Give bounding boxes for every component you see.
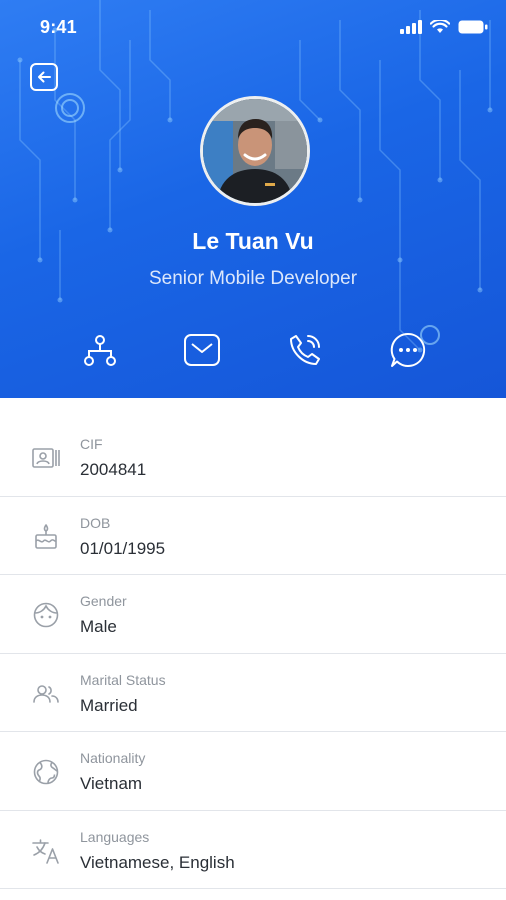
- people-icon: [30, 678, 62, 710]
- arrow-left-icon: [38, 71, 51, 83]
- status-icons: [400, 20, 488, 34]
- translate-icon: [30, 835, 62, 867]
- back-button[interactable]: [30, 63, 58, 91]
- info-row-cif: CIF 2004841: [0, 418, 506, 497]
- battery-icon: [458, 20, 488, 34]
- profile-header: 9:41 Le Tuan Vu Senior Mobile Developer: [0, 0, 506, 398]
- birthday-cake-icon: [30, 521, 62, 553]
- phone-call-icon: [290, 335, 320, 365]
- call-button[interactable]: [285, 330, 325, 370]
- status-bar: 9:41: [0, 0, 506, 56]
- info-row-gender: Gender Male: [0, 575, 506, 654]
- info-value: Vietnam: [80, 774, 143, 793]
- info-row-dob: DOB 01/01/1995: [0, 497, 506, 575]
- chat-button[interactable]: [388, 330, 428, 370]
- info-row-nationality: Nationality Vietnam: [0, 732, 506, 811]
- avatar: [200, 96, 310, 206]
- globe-icon: [30, 756, 62, 788]
- info-label: Gender: [80, 593, 127, 609]
- info-label: DOB: [80, 514, 111, 531]
- info-value: 01/01/1995: [80, 538, 166, 558]
- mail-button[interactable]: [182, 330, 222, 370]
- info-value: Vietnamese, English: [80, 852, 235, 872]
- info-label: CIF: [80, 436, 103, 452]
- action-bar: [0, 330, 506, 370]
- profile-title: Senior Mobile Developer: [148, 268, 358, 289]
- wifi-icon: [430, 20, 450, 33]
- id-card-icon: [30, 442, 62, 474]
- avatar-photo: [203, 99, 307, 203]
- org-chart-icon: [84, 335, 116, 366]
- info-list: CIF 2004841 DOB 01/01/1995 Gender Male M…: [0, 418, 506, 889]
- info-label: Marital Status: [80, 671, 166, 688]
- profile-name: Le Tuan Vu: [192, 228, 314, 254]
- status-time: 9:41: [40, 17, 77, 37]
- info-row-languages: Languages Vietnamese, English: [0, 811, 506, 889]
- info-value: 2004841: [80, 460, 147, 479]
- info-value: Male: [80, 617, 117, 636]
- org-chart-button[interactable]: [80, 330, 120, 370]
- info-value: Married: [80, 695, 138, 715]
- info-label: Languages: [80, 828, 150, 845]
- signal-icon: [400, 20, 422, 34]
- chat-bubble-icon: [390, 332, 426, 367]
- info-label: Nationality: [80, 750, 146, 766]
- info-row-marital-status: Marital Status Married: [0, 654, 506, 732]
- face-icon: [30, 599, 62, 631]
- mail-icon: [184, 334, 220, 366]
